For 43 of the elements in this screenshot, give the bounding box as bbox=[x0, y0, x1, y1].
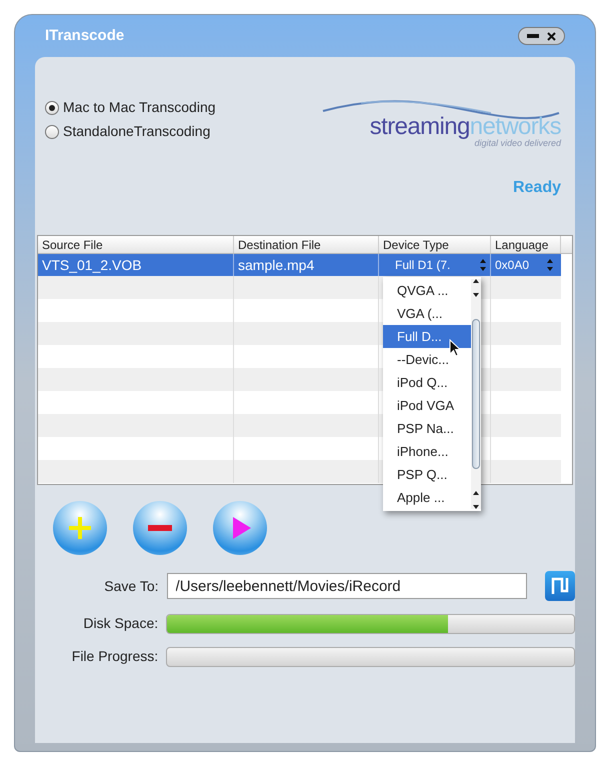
column-header[interactable]: Language bbox=[491, 236, 561, 253]
column-header[interactable]: Device Type bbox=[379, 236, 491, 253]
menu-item[interactable]: VGA (... bbox=[383, 302, 471, 325]
play-button[interactable] bbox=[213, 501, 267, 555]
menu-item[interactable]: Full D... bbox=[383, 325, 471, 348]
pointer-icon bbox=[449, 339, 461, 357]
close-icon[interactable] bbox=[547, 32, 556, 40]
radio-option[interactable]: Mac to Mac Transcoding bbox=[45, 97, 216, 118]
status-text: Ready bbox=[512, 178, 561, 198]
radio-option[interactable]: StandaloneTranscoding bbox=[45, 121, 216, 142]
stepper-icon[interactable] bbox=[547, 259, 553, 271]
field-label: File Progress: bbox=[70, 647, 158, 666]
column-header[interactable]: Source File bbox=[38, 236, 234, 253]
table-row[interactable]: VTS_01_2.VOB sample.mp4 Full D1 (7. 0x0A0 bbox=[38, 254, 561, 276]
minus-icon bbox=[148, 525, 172, 531]
column-header[interactable]: Destination File bbox=[234, 236, 379, 253]
menu-scrollbar[interactable] bbox=[471, 279, 481, 509]
menu-item[interactable]: PSP Q... bbox=[383, 463, 471, 486]
plus-icon bbox=[69, 517, 91, 539]
remove-button[interactable] bbox=[133, 501, 187, 555]
menu-item[interactable]: Apple ... bbox=[383, 486, 471, 509]
menu-item[interactable]: iPod Q... bbox=[383, 371, 471, 394]
field-label: Save To: bbox=[103, 576, 159, 596]
menu-item[interactable]: PSP Na... bbox=[383, 417, 471, 440]
logo-text: networks bbox=[470, 115, 561, 139]
add-button[interactable] bbox=[53, 501, 107, 555]
radio-button[interactable] bbox=[45, 124, 59, 138]
stepper-icon[interactable] bbox=[480, 259, 486, 271]
path-field[interactable]: /Users/leebennett/Movies/iRecord bbox=[166, 573, 528, 599]
logo-tagline: digital video delivered bbox=[474, 139, 561, 148]
menu-item[interactable]: iPhone... bbox=[383, 440, 471, 463]
radio-button[interactable] bbox=[45, 100, 59, 114]
scroll-arrows-icon[interactable] bbox=[473, 491, 479, 509]
scroll-arrows-icon[interactable] bbox=[473, 279, 479, 297]
menu-item[interactable]: iPod VGA bbox=[383, 394, 471, 417]
language-select[interactable]: 0x0A0 bbox=[491, 254, 561, 276]
browse-button[interactable] bbox=[545, 571, 575, 601]
field-label: Disk Space: bbox=[82, 614, 158, 633]
menu-item[interactable]: QVGA ... bbox=[383, 279, 471, 302]
logo-text: streaming bbox=[370, 115, 470, 139]
scroll-thumb[interactable] bbox=[472, 319, 480, 469]
menu-item[interactable]: --Devic... bbox=[383, 348, 471, 371]
window-title: ITranscode bbox=[45, 26, 124, 46]
